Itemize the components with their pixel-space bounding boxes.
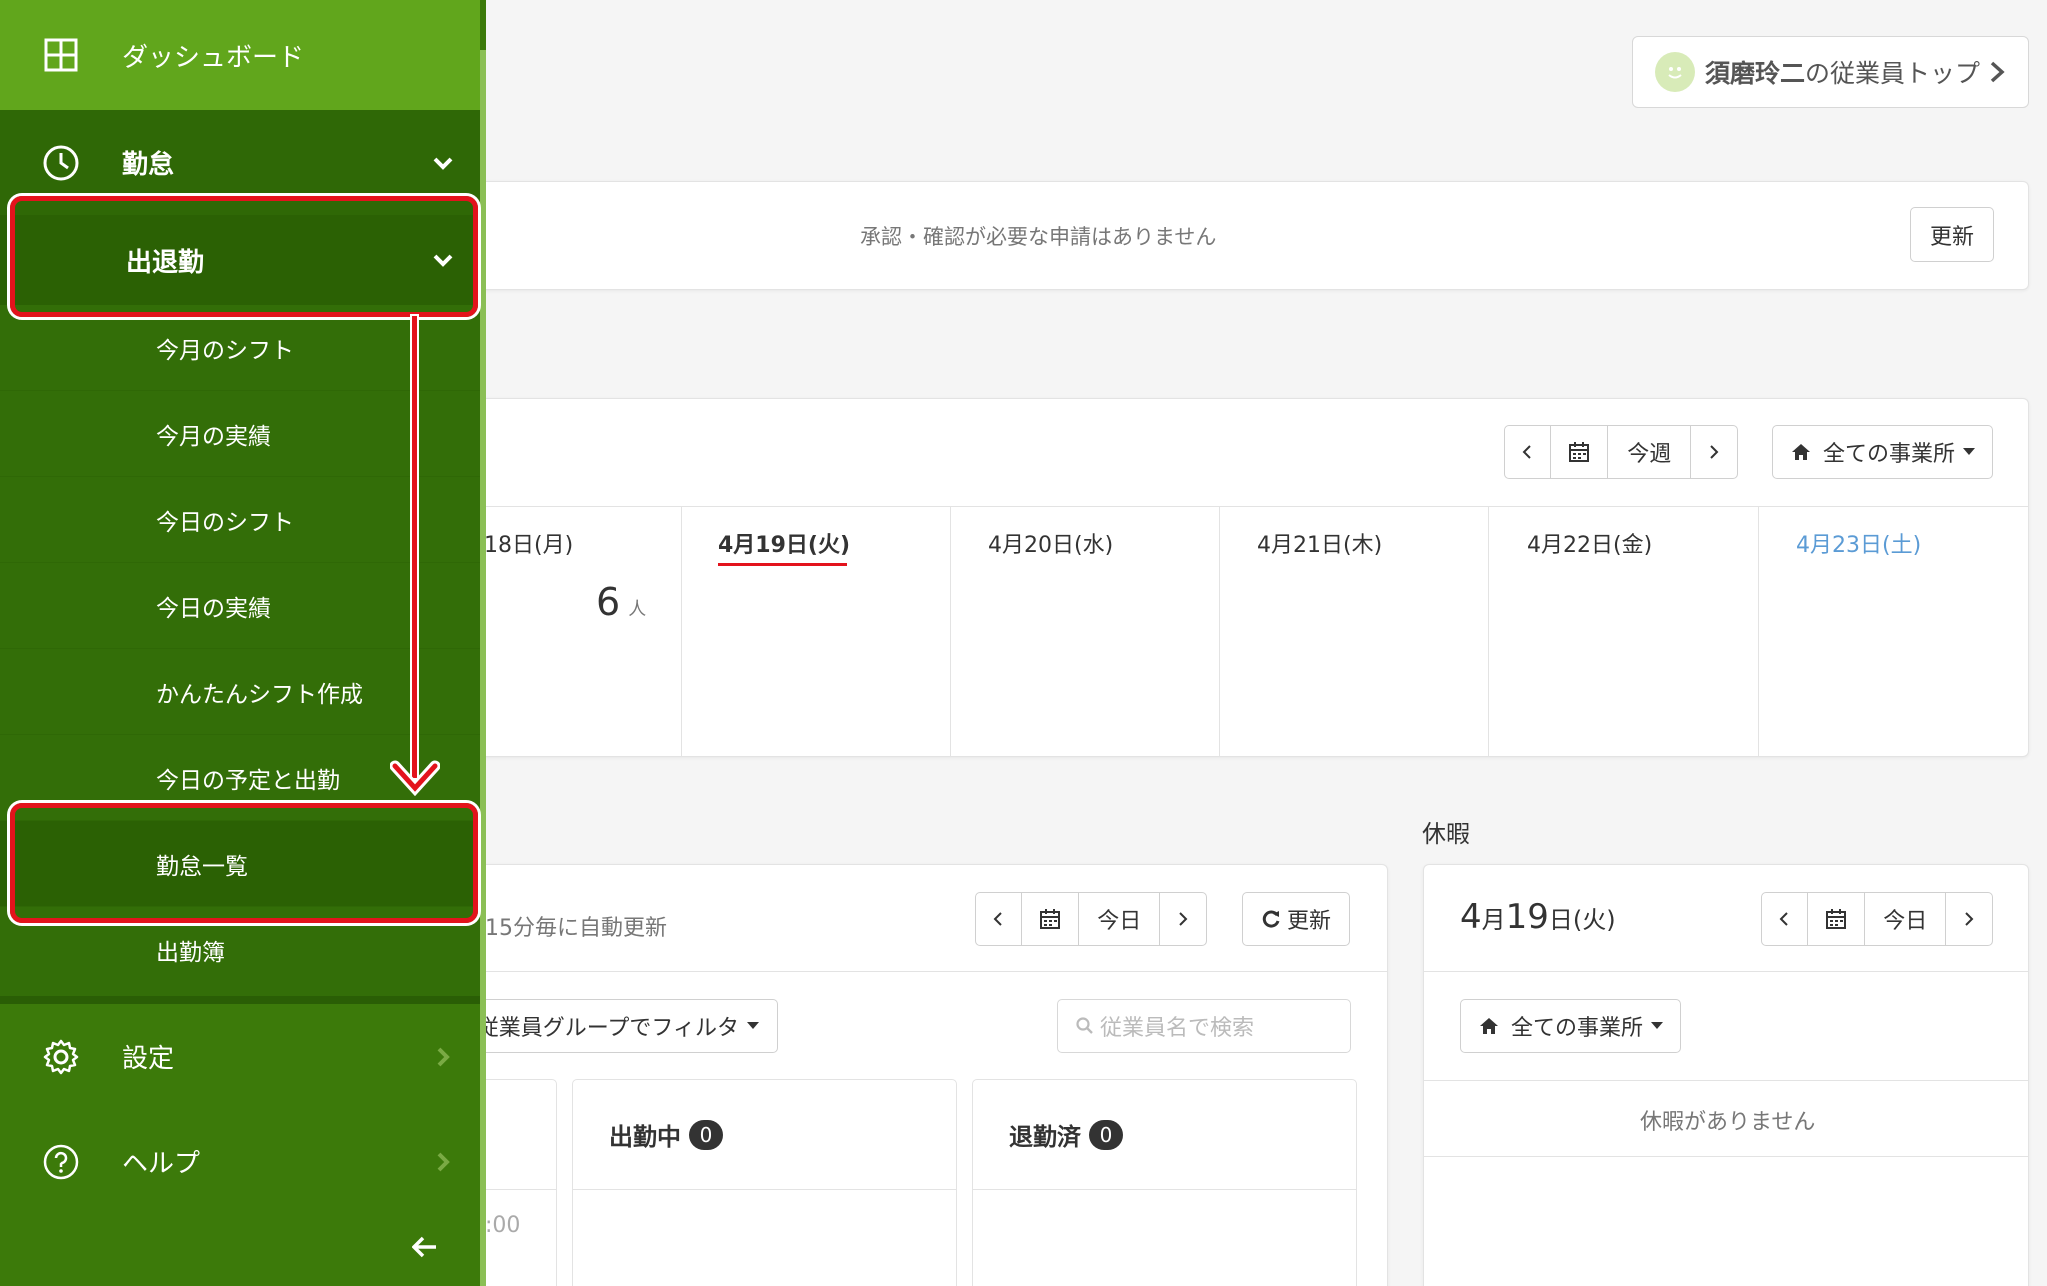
sidebar-item-today-results[interactable]: 今日の実績 [0, 563, 480, 649]
gear-icon [42, 1038, 80, 1076]
day-label-today[interactable]: 4月19日(火) [718, 527, 850, 559]
sidebar-settings-label: 設定 [122, 1044, 175, 1074]
attendance-calendar-button[interactable] [1022, 893, 1080, 945]
calendar-icon [1825, 909, 1846, 929]
chevron-down-icon [433, 157, 453, 170]
vacation-row-divider [1423, 1156, 2029, 1157]
chevron-right-icon [1710, 445, 1719, 459]
attendance-day-nav: 今日 [975, 892, 1207, 946]
chevron-right-icon [1990, 61, 2005, 83]
working-column-card: 出勤中 0 [572, 1079, 957, 1286]
vacation-section-title: 休暇 [1422, 820, 1470, 848]
week-calendar-button[interactable] [1551, 426, 1609, 478]
sidebar-item-today-shift[interactable]: 今日のシフト [0, 477, 480, 563]
day-label-wed[interactable]: 4月20日(水) [988, 527, 1113, 559]
notice-message: 承認・確認が必要な申請はありません [860, 225, 1217, 249]
office-filter-label: 全ての事業所 [1823, 442, 1956, 467]
home-icon [1480, 1018, 1498, 1034]
day-label-fri[interactable]: 4月22日(金) [1527, 527, 1652, 559]
caret-down-icon [1651, 1022, 1664, 1029]
attendance-today-button[interactable]: 今日 [1079, 893, 1161, 945]
attendance-refresh-label: 更新 [1286, 909, 1331, 934]
week-nav-group: 今週 [1504, 425, 1738, 479]
attendance-refresh-button[interactable]: 更新 [1242, 892, 1350, 946]
chevron-right-icon [1965, 912, 1974, 926]
chevron-left-icon [1522, 445, 1532, 459]
highlight-clock-in-out [10, 196, 478, 317]
sidebar-item-monthly-shift[interactable]: 今月のシフト [0, 305, 480, 391]
working-count-badge: 0 [689, 1119, 723, 1150]
clock-icon [42, 144, 80, 182]
dashboard-icon [42, 36, 80, 74]
week-prev-button[interactable] [1505, 426, 1551, 478]
caret-down-icon [1963, 448, 1976, 455]
finished-label: 退勤済 [1009, 1123, 1081, 1151]
auto-update-text: 15分毎に自動更新 [485, 916, 667, 941]
sidebar-item-easy-shift[interactable]: かんたんシフト作成 [0, 649, 480, 735]
vacation-header-divider [1423, 971, 2029, 972]
week-office-filter[interactable]: 全ての事業所 [1772, 425, 1993, 479]
highlight-arrow-head [390, 760, 440, 796]
week-next-button[interactable] [1691, 426, 1737, 478]
vacation-filter-divider [1423, 1080, 2029, 1081]
vacation-prev-button[interactable] [1762, 893, 1808, 945]
sidebar-attendance-label: 勤怠 [122, 150, 175, 180]
search-placeholder: 従業員名で検索 [1100, 1016, 1255, 1041]
vacation-next-button[interactable] [1946, 893, 1992, 945]
day-label-thu[interactable]: 4月21日(木) [1257, 527, 1382, 559]
sidebar-item-dashboard[interactable]: ダッシュボード [0, 0, 480, 110]
day-label-mon: 18日(月) [484, 533, 574, 558]
working-label: 出勤中 [609, 1123, 681, 1151]
home-icon [1792, 444, 1810, 460]
day-label-sat[interactable]: 4月23日(土) [1796, 527, 1921, 559]
highlight-attendance-list [10, 803, 478, 923]
today-underline [718, 563, 847, 566]
collapse-sidebar-icon[interactable] [412, 1236, 438, 1258]
vacation-empty-message: 休暇がありません [1640, 1110, 1816, 1135]
sidebar-item-settings[interactable]: 設定 [0, 1004, 480, 1109]
refresh-icon [1262, 910, 1280, 928]
calendar-icon [1568, 442, 1589, 462]
vacation-calendar-button[interactable] [1808, 893, 1866, 945]
employee-top-link[interactable]: 須磨玲二の従業員トップ [1632, 36, 2029, 108]
vacation-office-label: 全ての事業所 [1511, 1016, 1644, 1041]
sidebar-item-monthly-results[interactable]: 今月の実績 [0, 391, 480, 477]
vacation-office-filter[interactable]: 全ての事業所 [1460, 999, 1681, 1053]
chevron-right-icon [437, 1152, 450, 1171]
vacation-today-button[interactable]: 今日 [1865, 893, 1947, 945]
attendance-header-divider [440, 971, 1388, 972]
vacation-day-nav: 今日 [1761, 892, 1993, 946]
chevron-left-icon [1779, 912, 1789, 926]
notice-card [440, 181, 2029, 290]
attendance-prev-button[interactable] [976, 893, 1022, 945]
employee-top-label: 須磨玲二の従業員トップ [1705, 59, 1981, 88]
help-icon [42, 1143, 80, 1181]
sidebar-dashboard-label: ダッシュボード [122, 42, 305, 73]
finished-count-badge: 0 [1089, 1119, 1123, 1150]
smiley-icon [1655, 52, 1695, 92]
notice-refresh-button[interactable]: 更新 [1910, 207, 1994, 262]
chevron-right-icon [437, 1047, 450, 1066]
attendance-next-button[interactable] [1160, 893, 1206, 945]
calendar-icon [1039, 909, 1060, 929]
sidebar-item-help[interactable]: ヘルプ [0, 1109, 480, 1214]
caret-down-icon [747, 1022, 759, 1029]
chevron-right-icon [1179, 912, 1188, 926]
group-filter-dropdown[interactable]: 従業員グループでフィルタ [440, 999, 778, 1053]
highlight-arrow-line [412, 316, 417, 778]
employee-search-input[interactable]: 従業員名で検索 [1057, 999, 1351, 1053]
sidebar-scrollbar[interactable] [480, 50, 486, 1286]
this-week-button[interactable]: 今週 [1608, 426, 1692, 478]
day-count: 6人 [596, 580, 647, 624]
sidebar-help-label: ヘルプ [122, 1149, 201, 1179]
group-filter-label: 従業員グループでフィルタ [476, 1016, 739, 1041]
sidebar-separator [0, 996, 480, 1004]
vacation-date: 4月19日(火) [1460, 897, 1616, 937]
partial-time-text: :00 [485, 1213, 521, 1238]
search-icon [1076, 1017, 1093, 1034]
chevron-left-icon [993, 912, 1003, 926]
finished-column-card: 退勤済 0 [972, 1079, 1357, 1286]
